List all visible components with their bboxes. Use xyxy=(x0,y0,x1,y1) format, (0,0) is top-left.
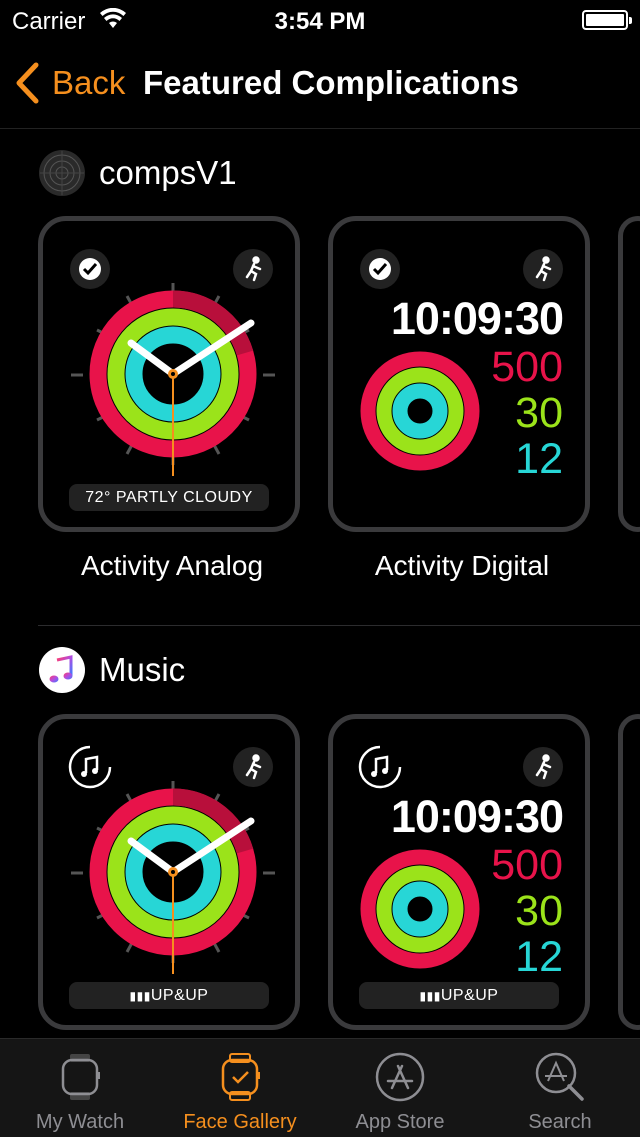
stand-value: 12 xyxy=(515,933,563,981)
tab-label: My Watch xyxy=(35,1111,125,1133)
face-gallery-icon xyxy=(221,1053,260,1101)
stand-value: 12 xyxy=(515,435,563,483)
back-label: Back xyxy=(52,64,126,101)
battery-icon xyxy=(582,10,632,30)
tab-face-gallery[interactable]: Face Gallery xyxy=(160,1039,320,1137)
move-value: 500 xyxy=(491,841,563,889)
section-header-music[interactable]: Music xyxy=(38,646,185,694)
tab-label: Face Gallery xyxy=(183,1111,297,1133)
watch-icon xyxy=(61,1054,100,1100)
music-complication: ▮▮▮UP&UP xyxy=(359,982,559,1009)
watch-face-label: Activity Analog xyxy=(80,550,264,581)
bars-icon: ▮▮▮ xyxy=(129,989,151,1003)
music-complication-text: UP&UP xyxy=(150,987,209,1004)
watch-face-music-analog[interactable]: ▮▮▮UP&UP xyxy=(38,714,300,1030)
tab-label: App Store xyxy=(355,1111,445,1133)
tab-my-watch[interactable]: My Watch xyxy=(0,1039,160,1137)
exercise-value: 30 xyxy=(515,389,563,437)
digital-time: 10:09:30 xyxy=(390,293,564,344)
analog-dial xyxy=(68,745,275,974)
tab-label: Search xyxy=(528,1111,592,1133)
tab-bar: My Watch Face Gallery App Store Search xyxy=(0,1038,640,1137)
app-store-icon xyxy=(375,1052,425,1102)
music-complication: ▮▮▮UP&UP xyxy=(69,982,269,1009)
status-bar: Carrier 3:54 PM xyxy=(0,0,640,40)
watch-face-music-digital[interactable]: 10:09:30 500 30 12 ▮▮▮UP&UP xyxy=(328,714,590,1030)
watch-face-partial[interactable] xyxy=(618,714,640,1030)
chevron-left-icon xyxy=(16,62,39,104)
digital-time: 10:09:30 xyxy=(390,791,564,842)
section-title: Music xyxy=(99,651,186,688)
watch-face-activity-digital[interactable]: 10:09:30 500 30 12 xyxy=(328,216,590,532)
watch-face-partial[interactable] xyxy=(618,216,640,532)
page-title: Featured Complications xyxy=(143,64,519,101)
move-value: 500 xyxy=(491,343,563,391)
back-button[interactable]: Back xyxy=(14,62,125,104)
watch-face-label: Activity Digital xyxy=(374,550,550,581)
analog-dial xyxy=(70,249,275,476)
exercise-value: 30 xyxy=(515,887,563,935)
tab-app-store[interactable]: App Store xyxy=(320,1039,480,1137)
section-title: compsV1 xyxy=(99,154,237,191)
music-app-icon xyxy=(39,647,85,693)
watch-face-activity-analog[interactable]: 72° PARTLY CLOUDY xyxy=(38,216,300,532)
status-time: 3:54 PM xyxy=(274,8,366,35)
weather-complication: 72° PARTLY CLOUDY xyxy=(69,484,269,511)
section-header-compsv1[interactable]: compsV1 xyxy=(38,149,237,197)
navigation-bar: Back Featured Complications xyxy=(0,40,640,129)
bars-icon: ▮▮▮ xyxy=(419,989,441,1003)
music-complication-text: UP&UP xyxy=(440,987,499,1004)
search-icon xyxy=(535,1052,584,1101)
section-divider xyxy=(38,625,640,626)
compsv1-app-icon xyxy=(39,150,85,196)
tab-search[interactable]: Search xyxy=(480,1039,640,1137)
